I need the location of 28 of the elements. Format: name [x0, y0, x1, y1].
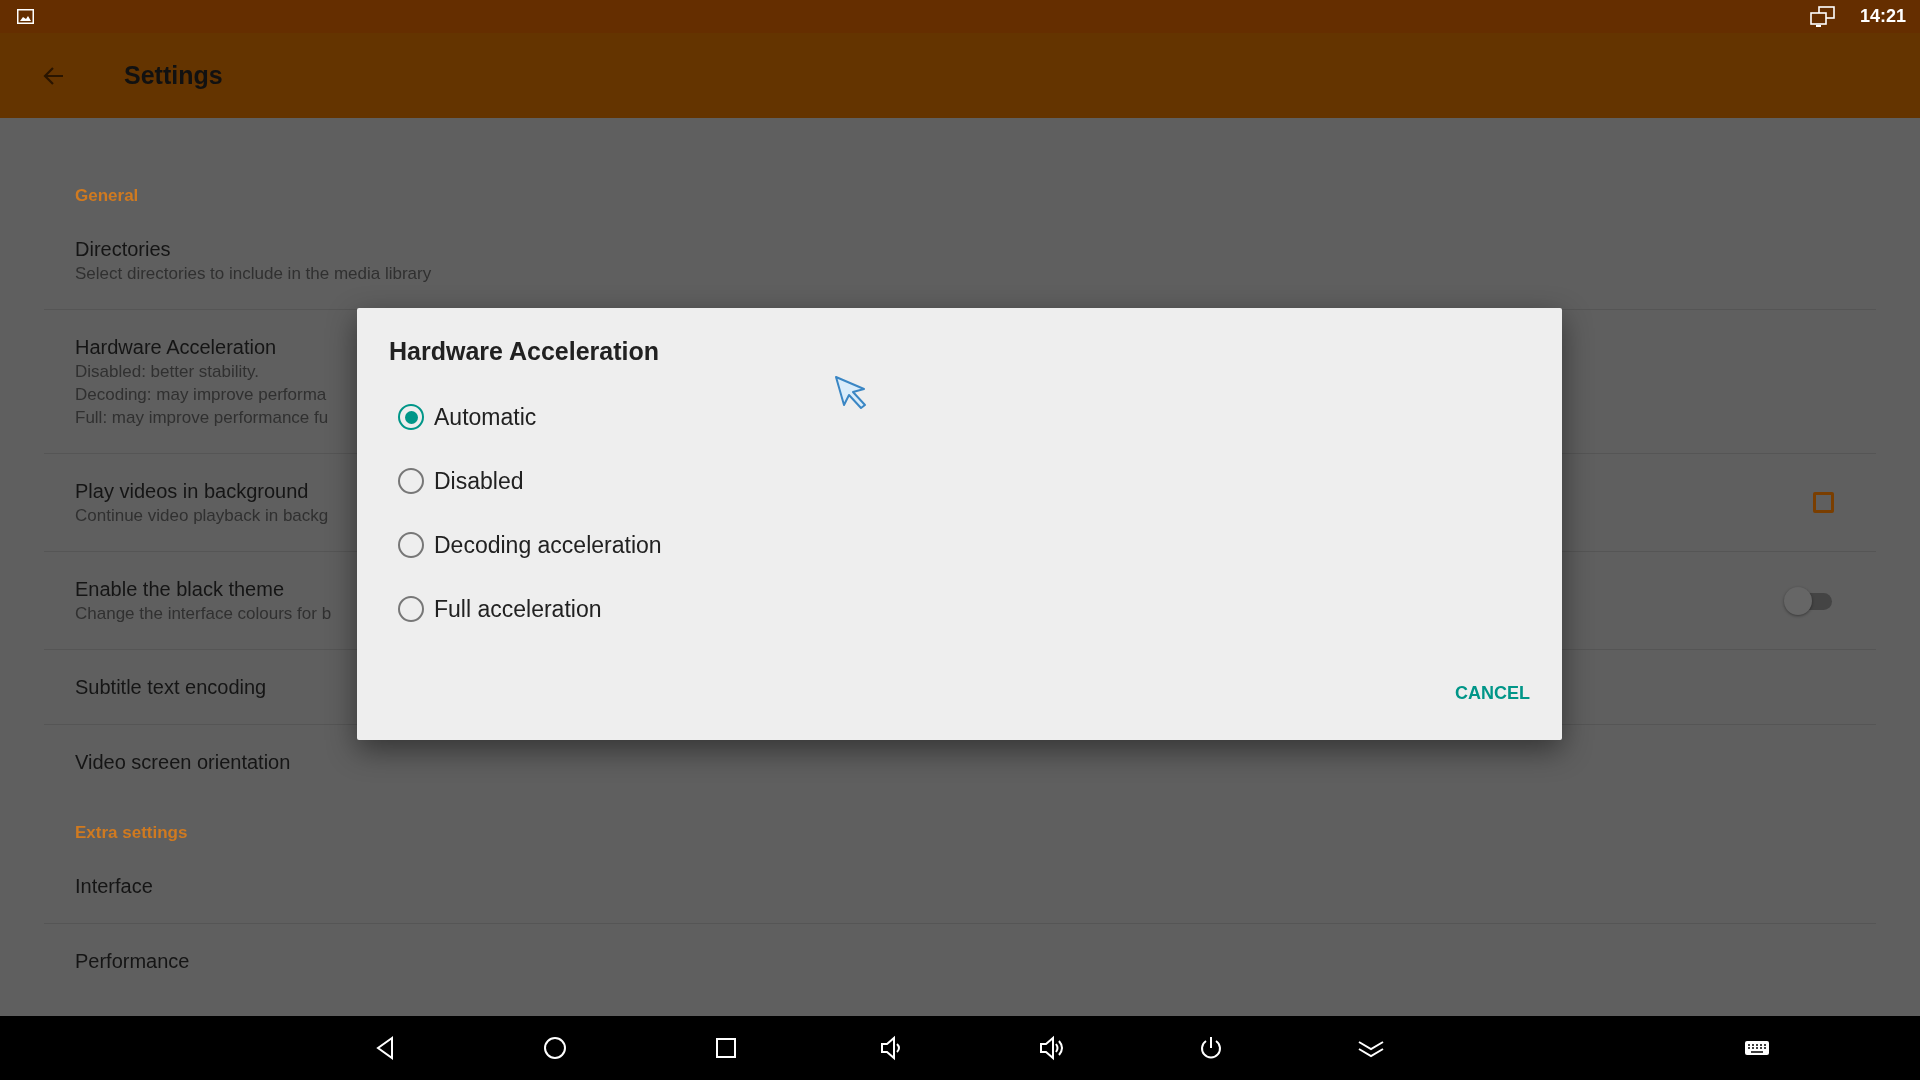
item-title: Hardware Acceleration: [75, 335, 277, 360]
radio-option[interactable]: Decoding acceleration: [398, 513, 1530, 577]
status-time: 14:21: [1859, 6, 1906, 27]
screen-title: Settings: [124, 61, 223, 90]
item-title: Subtitle text encoding: [75, 675, 267, 700]
radio-button[interactable]: [398, 596, 424, 622]
item-title: Play videos in background: [75, 479, 309, 504]
toggle-switch[interactable]: [1784, 586, 1834, 615]
radio-button[interactable]: [398, 404, 424, 430]
item-title: Performance: [75, 949, 190, 974]
radio-button[interactable]: [398, 468, 424, 494]
radio-option[interactable]: Disabled: [398, 449, 1530, 513]
volume-up-icon[interactable]: [1038, 1034, 1066, 1062]
radio-button[interactable]: [398, 532, 424, 558]
item-title: Directories: [75, 237, 171, 262]
monitors-icon: [1809, 5, 1836, 28]
radio-option[interactable]: Automatic: [398, 385, 1530, 449]
home-icon[interactable]: [541, 1034, 569, 1062]
checkbox[interactable]: [1813, 492, 1834, 513]
dialog-title: Hardware Acceleration: [389, 337, 661, 365]
mouse-cursor-icon: [834, 375, 868, 411]
section-header: Extra settings: [74, 822, 188, 844]
radio-option[interactable]: Full acceleration: [398, 577, 1530, 641]
item-title: Video screen orientation: [75, 750, 291, 775]
picture-icon: [17, 9, 34, 24]
section-header: General: [74, 185, 139, 207]
item-title: Interface: [75, 874, 153, 899]
item-title: Enable the black theme: [75, 577, 285, 602]
